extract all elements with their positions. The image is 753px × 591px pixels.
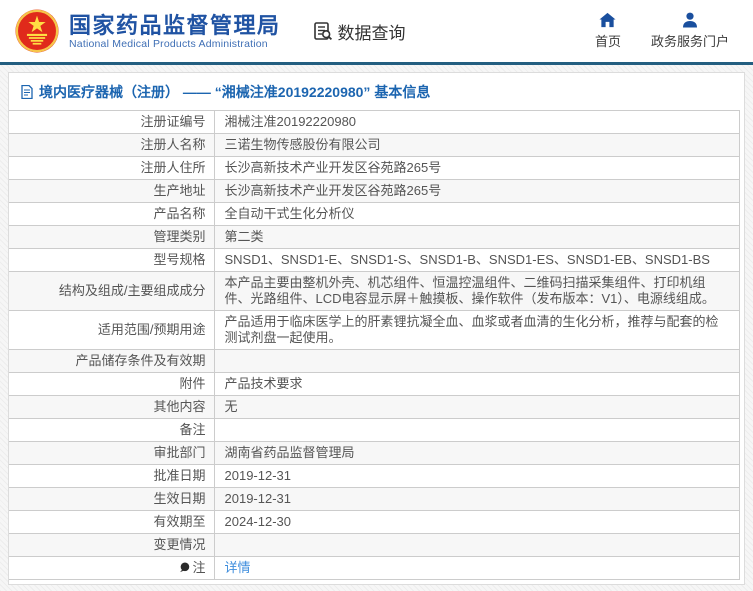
row-value (214, 350, 740, 373)
row-value (214, 419, 740, 442)
site-logo[interactable]: 国家药品监督管理局 National Medical Products Admi… (14, 8, 281, 54)
site-header: 国家药品监督管理局 National Medical Products Admi… (0, 0, 753, 62)
table-row: 备注 (9, 419, 740, 442)
nav-portal-label: 政务服务门户 (651, 31, 729, 50)
row-value: 湘械注准20192220980 (214, 111, 740, 134)
table-row: 型号规格 SNSD1、SNSD1-E、SNSD1-S、SNSD1-B、SNSD1… (9, 249, 740, 272)
nav-home-label: 首页 (595, 31, 621, 50)
detail-panel: 境内医疗器械（注册） —— “湘械注准20192220980” 基本信息 注册证… (8, 72, 745, 585)
row-label: 注册人住所 (9, 157, 214, 180)
row-label: 型号规格 (9, 249, 214, 272)
row-label: 适用范围/预期用途 (9, 311, 214, 350)
row-value: 三诺生物传感股份有限公司 (214, 134, 740, 157)
home-icon (599, 12, 616, 28)
table-row: 生产地址 长沙高新技术产业开发区谷苑路265号 (9, 180, 740, 203)
table-row: 有效期至 2024-12-30 (9, 511, 740, 534)
row-label: 结构及组成/主要组成成分 (9, 272, 214, 311)
table-row: 注册证编号 湘械注准20192220980 (9, 111, 740, 134)
row-label: 注册证编号 (9, 111, 214, 134)
national-emblem-icon (14, 8, 60, 54)
table-row: 其他内容 无 (9, 396, 740, 419)
page-background: 境内医疗器械（注册） —— “湘械注准20192220980” 基本信息 注册证… (0, 65, 753, 591)
table-row: 批准日期 2019-12-31 (9, 465, 740, 488)
site-title: 国家药品监督管理局 (69, 13, 281, 38)
row-label: 变更情况 (9, 534, 214, 557)
document-search-icon (313, 21, 333, 41)
row-label: 附件 (9, 373, 214, 396)
row-value: 详情 (214, 557, 740, 580)
row-value: 无 (214, 396, 740, 419)
row-label: 注册人名称 (9, 134, 214, 157)
row-label: 注 (9, 557, 214, 580)
row-label: 管理类别 (9, 226, 214, 249)
row-value: 2019-12-31 (214, 465, 740, 488)
table-row: 生效日期 2019-12-31 (9, 488, 740, 511)
table-row: 注册人住所 长沙高新技术产业开发区谷苑路265号 (9, 157, 740, 180)
row-label: 批准日期 (9, 465, 214, 488)
nav-home[interactable]: 首页 (595, 12, 621, 50)
row-value: 本产品主要由整机外壳、机芯组件、恒温控温组件、二维码扫描采集组件、打印机组件、光… (214, 272, 740, 311)
table-row: 审批部门 湖南省药品监督管理局 (9, 442, 740, 465)
note-label: 注 (192, 560, 205, 575)
page-title: 境内医疗器械（注册） —— “湘械注准20192220980” 基本信息 (39, 82, 430, 102)
header-nav: 首页 政务服务门户 (595, 12, 739, 50)
table-row: 注册人名称 三诺生物传感股份有限公司 (9, 134, 740, 157)
panel-title-bar: 境内医疗器械（注册） —— “湘械注准20192220980” 基本信息 (9, 73, 740, 110)
table-row-note: 注 详情 (9, 557, 740, 580)
row-value (214, 534, 740, 557)
row-label: 有效期至 (9, 511, 214, 534)
row-value: 第二类 (214, 226, 740, 249)
table-row: 结构及组成/主要组成成分 本产品主要由整机外壳、机芯组件、恒温控温组件、二维码扫… (9, 272, 740, 311)
comment-icon (179, 562, 190, 573)
document-icon (21, 85, 33, 99)
row-value: 湖南省药品监督管理局 (214, 442, 740, 465)
table-row: 管理类别 第二类 (9, 226, 740, 249)
row-label: 审批部门 (9, 442, 214, 465)
row-value: 2019-12-31 (214, 488, 740, 511)
table-row: 变更情况 (9, 534, 740, 557)
row-label: 备注 (9, 419, 214, 442)
row-label: 产品名称 (9, 203, 214, 226)
table-row: 适用范围/预期用途 产品适用于临床医学上的肝素锂抗凝全血、血浆或者血清的生化分析… (9, 311, 740, 350)
row-value: 2024-12-30 (214, 511, 740, 534)
registration-info-table: 注册证编号 湘械注准20192220980 注册人名称 三诺生物传感股份有限公司… (9, 110, 740, 580)
person-icon (682, 12, 698, 28)
table-row: 附件 产品技术要求 (9, 373, 740, 396)
data-query-button[interactable]: 数据查询 (313, 19, 406, 44)
row-value: 产品技术要求 (214, 373, 740, 396)
row-label: 其他内容 (9, 396, 214, 419)
details-link[interactable]: 详情 (225, 560, 251, 575)
row-label: 产品储存条件及有效期 (9, 350, 214, 373)
row-value: 全自动干式生化分析仪 (214, 203, 740, 226)
row-label: 生效日期 (9, 488, 214, 511)
data-query-label: 数据查询 (338, 19, 406, 44)
brand-text: 国家药品监督管理局 National Medical Products Admi… (69, 13, 281, 50)
site-subtitle: National Medical Products Administration (69, 38, 281, 50)
row-value: 产品适用于临床医学上的肝素锂抗凝全血、血浆或者血清的生化分析，推荐与配套的检测试… (214, 311, 740, 350)
row-value: 长沙高新技术产业开发区谷苑路265号 (214, 180, 740, 203)
row-value: 长沙高新技术产业开发区谷苑路265号 (214, 157, 740, 180)
table-row: 产品名称 全自动干式生化分析仪 (9, 203, 740, 226)
row-label: 生产地址 (9, 180, 214, 203)
row-value: SNSD1、SNSD1-E、SNSD1-S、SNSD1-B、SNSD1-ES、S… (214, 249, 740, 272)
nav-portal[interactable]: 政务服务门户 (651, 12, 729, 50)
table-row: 产品储存条件及有效期 (9, 350, 740, 373)
